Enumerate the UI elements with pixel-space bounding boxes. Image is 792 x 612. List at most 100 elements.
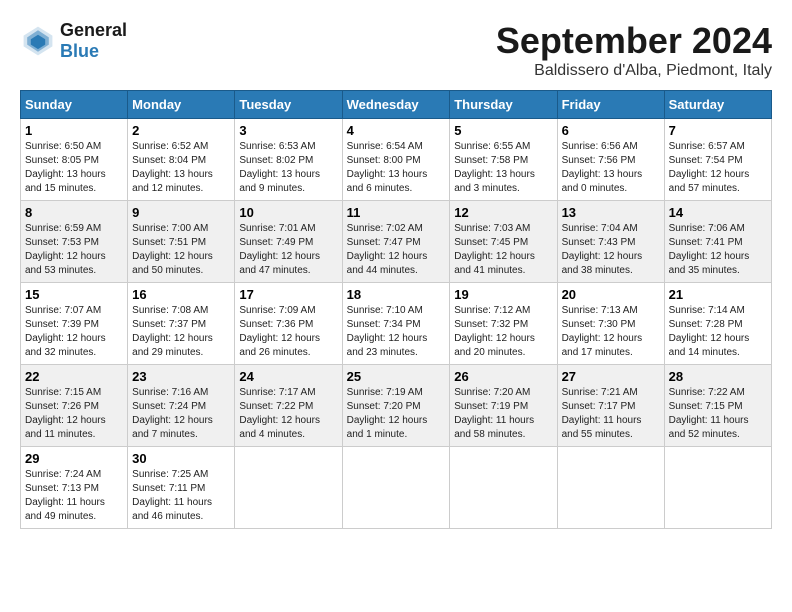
logo-icon [20,23,56,59]
day-info: Sunrise: 7:19 AMSunset: 7:20 PMDaylight:… [347,386,446,442]
calendar-cell: 22 Sunrise: 7:15 AMSunset: 7:26 PMDayligh… [21,365,128,447]
day-info: Sunrise: 6:52 AMSunset: 8:04 PMDaylight:… [132,140,230,196]
calendar-cell: 28 Sunrise: 7:22 AMSunset: 7:15 PMDayligh… [664,365,771,447]
calendar-body: 1 Sunrise: 6:50 AMSunset: 8:05 PMDaylight… [21,119,772,529]
day-number: 27 [562,369,660,384]
calendar-cell: 26 Sunrise: 7:20 AMSunset: 7:19 PMDayligh… [450,365,557,447]
calendar-cell: 1 Sunrise: 6:50 AMSunset: 8:05 PMDaylight… [21,119,128,201]
weekday-saturday: Saturday [664,91,771,119]
day-info: Sunrise: 7:00 AMSunset: 7:51 PMDaylight:… [132,222,230,278]
day-number: 4 [347,123,446,138]
day-number: 15 [25,287,123,302]
calendar-cell: 10 Sunrise: 7:01 AMSunset: 7:49 PMDayligh… [235,201,342,283]
day-number: 24 [239,369,337,384]
calendar-cell: 17Sunrise: 7:09 AMSunset: 7:36 PMDayligh… [235,283,342,365]
day-number: 26 [454,369,552,384]
logo: General Blue [20,20,127,62]
calendar-week-row: 22 Sunrise: 7:15 AMSunset: 7:26 PMDayligh… [21,365,772,447]
calendar-cell: 19 Sunrise: 7:12 AMSunset: 7:32 PMDayligh… [450,283,557,365]
calendar-week-row: 29 Sunrise: 7:24 AMSunset: 7:13 PMDayligh… [21,447,772,529]
day-info: Sunrise: 6:57 AMSunset: 7:54 PMDaylight:… [669,140,767,196]
day-info: Sunrise: 7:15 AMSunset: 7:26 PMDaylight:… [25,386,123,442]
weekday-friday: Friday [557,91,664,119]
day-info: Sunrise: 6:53 AMSunset: 8:02 PMDaylight:… [239,140,337,196]
weekday-sunday: Sunday [21,91,128,119]
weekday-wednesday: Wednesday [342,91,450,119]
day-info: Sunrise: 7:10 AMSunset: 7:34 PMDaylight:… [347,304,446,360]
location-title: Baldissero d'Alba, Piedmont, Italy [496,62,772,80]
calendar-cell: 6Sunrise: 6:56 AMSunset: 7:56 PMDaylight… [557,119,664,201]
calendar-cell: 2 Sunrise: 6:52 AMSunset: 8:04 PMDaylight… [128,119,235,201]
calendar-cell: 3 Sunrise: 6:53 AMSunset: 8:02 PMDaylight… [235,119,342,201]
day-number: 22 [25,369,123,384]
calendar-header: SundayMondayTuesdayWednesdayThursdayFrid… [21,91,772,119]
calendar-cell [664,447,771,529]
day-number: 28 [669,369,767,384]
calendar-cell: 21 Sunrise: 7:14 AMSunset: 7:28 PMDayligh… [664,283,771,365]
day-info: Sunrise: 7:02 AMSunset: 7:47 PMDaylight:… [347,222,446,278]
calendar-cell: 20 Sunrise: 7:13 AMSunset: 7:30 PMDayligh… [557,283,664,365]
day-number: 29 [25,451,123,466]
day-info: Sunrise: 7:20 AMSunset: 7:19 PMDaylight:… [454,386,552,442]
day-number: 2 [132,123,230,138]
day-info: Sunrise: 7:01 AMSunset: 7:49 PMDaylight:… [239,222,337,278]
day-number: 7 [669,123,767,138]
title-area: September 2024 Baldissero d'Alba, Piedmo… [496,20,772,80]
day-info: Sunrise: 7:24 AMSunset: 7:13 PMDaylight:… [25,468,123,524]
calendar-cell [557,447,664,529]
day-number: 9 [132,205,230,220]
day-info: Sunrise: 7:17 AMSunset: 7:22 PMDaylight:… [239,386,337,442]
day-info: Sunrise: 6:56 AMSunset: 7:56 PMDaylight:… [562,140,660,196]
calendar-cell: 23Sunrise: 7:16 AMSunset: 7:24 PMDayligh… [128,365,235,447]
day-number: 12 [454,205,552,220]
day-number: 21 [669,287,767,302]
calendar-cell: 4 Sunrise: 6:54 AMSunset: 8:00 PMDaylight… [342,119,450,201]
day-number: 19 [454,287,552,302]
day-number: 18 [347,287,446,302]
day-number: 17 [239,287,337,302]
calendar-cell: 15Sunrise: 7:07 AMSunset: 7:39 PMDayligh… [21,283,128,365]
calendar-cell: 8Sunrise: 6:59 AMSunset: 7:53 PMDaylight… [21,201,128,283]
calendar-week-row: 15Sunrise: 7:07 AMSunset: 7:39 PMDayligh… [21,283,772,365]
calendar-cell: 18 Sunrise: 7:10 AMSunset: 7:34 PMDayligh… [342,283,450,365]
day-number: 23 [132,369,230,384]
calendar-cell: 27 Sunrise: 7:21 AMSunset: 7:17 PMDayligh… [557,365,664,447]
day-number: 3 [239,123,337,138]
day-number: 25 [347,369,446,384]
day-info: Sunrise: 7:06 AMSunset: 7:41 PMDaylight:… [669,222,767,278]
calendar-cell: 9 Sunrise: 7:00 AMSunset: 7:51 PMDaylight… [128,201,235,283]
day-info: Sunrise: 7:25 AMSunset: 7:11 PMDaylight:… [132,468,230,524]
day-number: 16 [132,287,230,302]
weekday-tuesday: Tuesday [235,91,342,119]
day-info: Sunrise: 7:22 AMSunset: 7:15 PMDaylight:… [669,386,767,442]
calendar-cell: 13Sunrise: 7:04 AMSunset: 7:43 PMDayligh… [557,201,664,283]
calendar-table: SundayMondayTuesdayWednesdayThursdayFrid… [20,90,772,529]
day-number: 20 [562,287,660,302]
day-info: Sunrise: 7:21 AMSunset: 7:17 PMDaylight:… [562,386,660,442]
calendar-cell [450,447,557,529]
day-info: Sunrise: 6:54 AMSunset: 8:00 PMDaylight:… [347,140,446,196]
weekday-monday: Monday [128,91,235,119]
day-info: Sunrise: 7:12 AMSunset: 7:32 PMDaylight:… [454,304,552,360]
day-info: Sunrise: 7:08 AMSunset: 7:37 PMDaylight:… [132,304,230,360]
day-info: Sunrise: 7:13 AMSunset: 7:30 PMDaylight:… [562,304,660,360]
day-info: Sunrise: 6:55 AMSunset: 7:58 PMDaylight:… [454,140,552,196]
day-info: Sunrise: 6:50 AMSunset: 8:05 PMDaylight:… [25,140,123,196]
calendar-cell: 16 Sunrise: 7:08 AMSunset: 7:37 PMDayligh… [128,283,235,365]
day-number: 1 [25,123,123,138]
day-info: Sunrise: 6:59 AMSunset: 7:53 PMDaylight:… [25,222,123,278]
day-number: 11 [347,205,446,220]
calendar-cell: 11 Sunrise: 7:02 AMSunset: 7:47 PMDayligh… [342,201,450,283]
weekday-thursday: Thursday [450,91,557,119]
calendar-cell: 30Sunrise: 7:25 AMSunset: 7:11 PMDayligh… [128,447,235,529]
calendar-cell: 5 Sunrise: 6:55 AMSunset: 7:58 PMDaylight… [450,119,557,201]
day-number: 10 [239,205,337,220]
day-number: 14 [669,205,767,220]
day-info: Sunrise: 7:14 AMSunset: 7:28 PMDaylight:… [669,304,767,360]
day-number: 5 [454,123,552,138]
calendar-week-row: 1 Sunrise: 6:50 AMSunset: 8:05 PMDaylight… [21,119,772,201]
day-info: Sunrise: 7:04 AMSunset: 7:43 PMDaylight:… [562,222,660,278]
day-info: Sunrise: 7:03 AMSunset: 7:45 PMDaylight:… [454,222,552,278]
calendar-cell: 7 Sunrise: 6:57 AMSunset: 7:54 PMDaylight… [664,119,771,201]
logo-text: General Blue [60,20,127,62]
